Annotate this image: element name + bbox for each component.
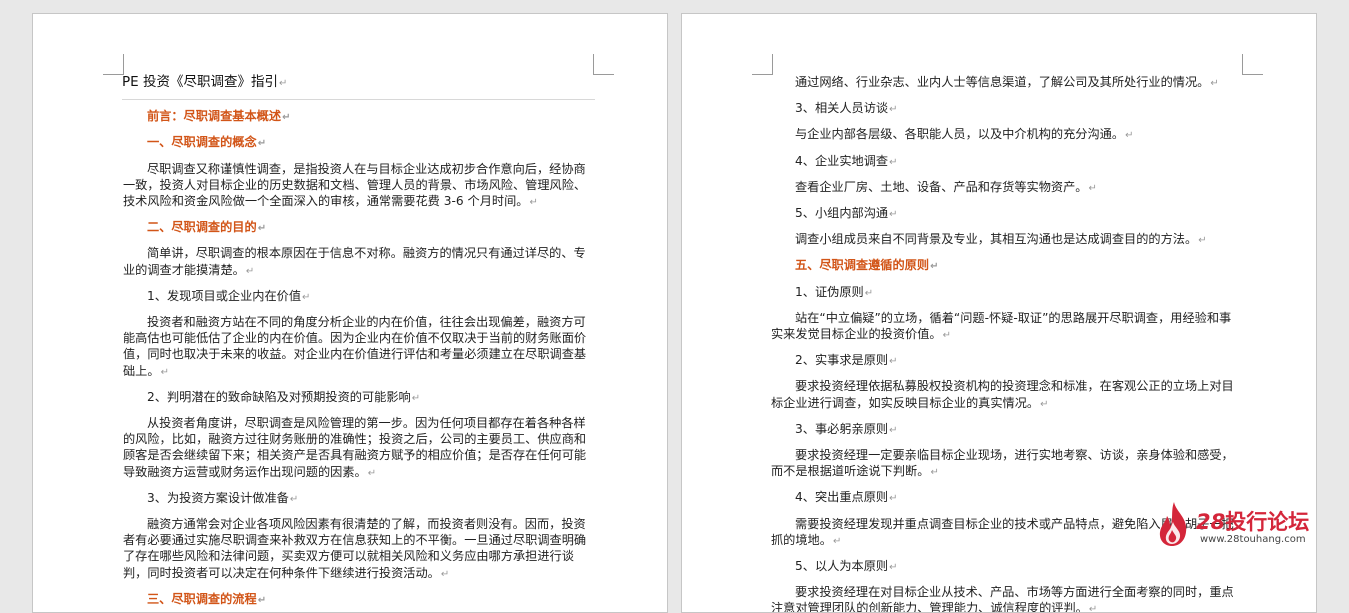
- paragraph-mark: ↵: [889, 356, 898, 368]
- section-heading: 二、尽职调查的目的↵: [147, 220, 267, 235]
- paragraph-mark: ↵: [529, 197, 538, 209]
- paragraph-mark: ↵: [1088, 604, 1098, 613]
- paragraph: 简单讲，尽职调查的根本原因在于信息不对称。融资方的情况只有通过详尽的、专业的调查…: [123, 246, 586, 277]
- document-page-left[interactable]: PE 投资《尽职调查》指引↵ 前言：尽职调查基本概述↵ 一、尽职调查的概念↵ 尽职调…: [32, 13, 668, 613]
- paragraph: 尽职调查又称谨慎性调查，是指投资人在与目标企业达成初步合作意向后，经协商一致，投…: [123, 161, 587, 209]
- document-title: PE 投资《尽职调查》指引↵: [122, 74, 595, 101]
- section-heading: 五、尽职调查遵循的原则↵: [795, 258, 939, 273]
- paragraph: 1、证伪原则↵: [795, 284, 874, 299]
- paragraph: 2、判明潜在的致命缺陷及对预期投资的可能影响↵: [147, 389, 421, 404]
- crop-mark-top-left: [103, 54, 124, 75]
- paragraph-mark: ↵: [257, 138, 267, 150]
- paragraph: 与企业内部各层级、各职能人员，以及中介机构的充分沟通。↵: [795, 127, 1134, 142]
- paragraph: 站在“中立偏疑”的立场，循着“问题-怀疑-取证”的思路展开尽职调查，用经验和事实…: [771, 310, 1232, 342]
- crop-mark-top-right: [593, 54, 614, 75]
- paragraph: 要求投资经理在对目标企业从技术、产品、市场等方面进行全面考察的同时，重点注意对管…: [771, 584, 1243, 613]
- paragraph: 要求投资经理一定要亲临目标企业现场，进行实地考察、访谈，亲身体验和感受，而不是根…: [771, 448, 1234, 479]
- paragraph-mark: ↵: [440, 568, 450, 580]
- paragraph-mark: ↵: [302, 291, 311, 303]
- section-heading: 一、尽职调查的概念↵: [147, 135, 267, 150]
- flame-logo-icon: [1159, 502, 1187, 546]
- paragraph-mark: ↵: [1125, 130, 1134, 142]
- crop-mark-top-left: [752, 54, 773, 75]
- logo-text: 28投行论坛: [1196, 510, 1310, 534]
- paragraph-mark: ↵: [367, 467, 377, 479]
- paragraph-mark: ↵: [282, 112, 291, 124]
- paragraph: 调查小组成员来自不同背景及专业，其相互沟通也是达成调查目的的方法。↵: [795, 232, 1207, 247]
- paragraph-mark: ↵: [889, 493, 898, 505]
- paragraph-mark: ↵: [832, 535, 842, 547]
- paragraph: 从投资者角度讲，尽职调查是风险管理的第一步。因为任何项目都存在着各种各样的风险，…: [123, 416, 587, 479]
- paragraph-mark: ↵: [889, 156, 898, 168]
- logo-url: www.28touhang.com: [1200, 534, 1306, 545]
- paragraph: 5、小组内部沟通↵: [795, 206, 898, 221]
- left-body: 前言：尽职调查基本概述↵ 一、尽职调查的概念↵ 尽职调查又称谨慎性调查，是指投资人在…: [123, 108, 595, 609]
- paragraph-mark: ↵: [257, 594, 267, 606]
- paragraph: 查看企业厂房、土地、设备、产品和存货等实物资产。↵: [795, 179, 1097, 194]
- paragraph-mark: ↵: [889, 562, 898, 574]
- paragraph: 4、企业实地调查↵: [795, 153, 898, 168]
- paragraph-mark: ↵: [889, 424, 898, 436]
- paragraph-mark: ↵: [1210, 78, 1219, 89]
- paragraph-mark: ↵: [942, 330, 952, 342]
- paragraph: 3、为投资方案设计做准备↵: [147, 490, 299, 505]
- paragraph-mark: ↵: [289, 493, 299, 505]
- paragraph-mark: ↵: [889, 104, 898, 116]
- paragraph: 3、事必躬亲原则↵: [795, 421, 898, 436]
- paragraph-mark: ↵: [411, 392, 421, 404]
- paragraph: 投资者和融资方站在不同的角度分析企业的内在价值，往往会出现偏差，融资方可能高估也…: [123, 315, 587, 378]
- paragraph-mark: ↵: [930, 467, 939, 479]
- paragraph: 融资方通常会对企业各项风险因素有很清楚的了解，而投资者则没有。因而，投资者有必要…: [123, 517, 587, 580]
- paragraph: 2、实事求是原则↵: [795, 353, 898, 368]
- paragraph-mark: ↵: [1040, 398, 1049, 410]
- paragraph: 3、相关人员访谈↵: [795, 101, 898, 116]
- paragraph-mark: ↵: [864, 287, 874, 299]
- paragraph: 通过网络、行业杂志、业内人士等信息渠道，了解公司及其所处行业的情况。↵: [795, 75, 1219, 89]
- paragraph-mark: ↵: [1088, 182, 1097, 194]
- paragraph-mark: ↵: [889, 209, 898, 221]
- paragraph-mark: ↵: [245, 265, 255, 277]
- paragraph-mark: ↵: [160, 366, 169, 378]
- paragraph: 1、发现项目或企业内在价值↵: [147, 288, 311, 303]
- paragraph-mark: ↵: [1198, 235, 1207, 247]
- section-heading: 三、尽职调查的流程↵: [147, 591, 267, 606]
- paragraph-mark: ↵: [930, 261, 939, 273]
- paragraph-mark: ↵: [257, 223, 267, 235]
- paragraph: 要求投资经理依据私募股权投资机构的投资理念和标准，在客观公正的立场上对目标企业进…: [771, 379, 1234, 410]
- page-content-left[interactable]: PE 投资《尽职调查》指引↵ 前言：尽职调查基本概述↵ 一、尽职调查的概念↵ 尽职调…: [122, 74, 595, 612]
- crop-mark-top-right: [1242, 54, 1263, 75]
- site-logo: 28投行论坛 www.28touhang.com: [1154, 500, 1349, 571]
- section-heading: 前言：尽职调查基本概述↵: [147, 109, 291, 124]
